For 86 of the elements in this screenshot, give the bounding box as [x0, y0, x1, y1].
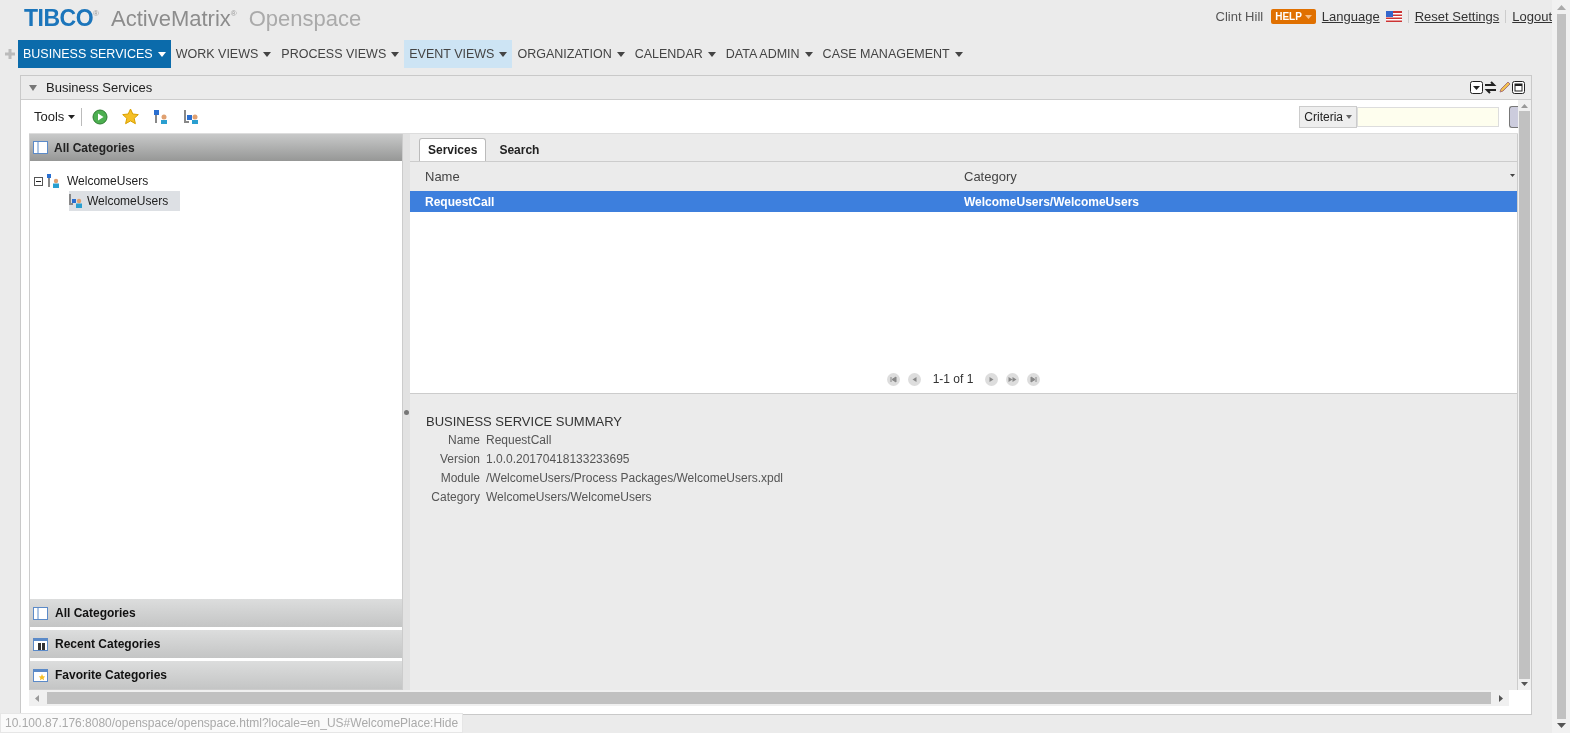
caret-icon	[263, 51, 272, 57]
nav-menu-item[interactable]: DATA ADMIN	[720, 40, 818, 68]
accordion-header[interactable]: Favorite Categories	[30, 661, 402, 689]
caret-icon	[804, 51, 813, 57]
last-page-icon[interactable]	[1027, 372, 1041, 386]
caret-icon	[391, 51, 400, 57]
first-page-icon[interactable]	[886, 372, 900, 386]
field-label: Name	[447, 433, 480, 447]
next-page-icon[interactable]	[985, 372, 999, 386]
org-user-icon[interactable]	[183, 108, 200, 125]
nav-menu-item[interactable]: CALENDAR	[629, 40, 721, 68]
previous-page-icon[interactable]	[907, 372, 921, 386]
field-value: WelcomeUsers/WelcomeUsers	[486, 490, 653, 504]
tab[interactable]: Services	[419, 138, 487, 161]
header-link[interactable]: Reset Settings	[1414, 9, 1500, 24]
field-label: Version	[438, 452, 480, 466]
org-user-icon	[69, 194, 83, 208]
caret-icon	[157, 51, 166, 57]
nav-menu-item[interactable]: WORK VIEWS	[170, 40, 277, 68]
accordion-header[interactable]: All Categories	[30, 599, 402, 627]
table-row[interactable]: RequestCall WelcomeUsers/WelcomeUsers	[410, 191, 1517, 212]
product-name: ActiveMatrix	[110, 6, 231, 32]
tools-menu[interactable]: Tools	[34, 109, 76, 124]
column-header[interactable]: Name	[410, 169, 949, 184]
star-panel-icon	[33, 668, 48, 682]
field-value: /WelcomeUsers/Process Packages/WelcomeUsers.xpdl	[486, 471, 784, 485]
field-label: Module	[439, 471, 480, 485]
field-value: RequestCall	[486, 433, 553, 447]
search-button[interactable]	[1509, 105, 1518, 128]
nav-menu-item[interactable]: PROCESS VIEWS	[276, 40, 405, 68]
caret-icon	[1346, 114, 1352, 119]
flag-icon[interactable]	[1385, 11, 1402, 22]
caret-icon	[707, 51, 716, 57]
splitter-handle-icon[interactable]	[404, 409, 409, 415]
category-header: All Categories	[30, 134, 402, 161]
fast-forward-icon[interactable]	[1006, 372, 1020, 386]
column-header[interactable]: Category	[949, 169, 1488, 184]
search-field[interactable]	[1357, 106, 1499, 127]
nav-menu-item[interactable]: ORGANIZATION	[512, 40, 630, 68]
scroll-left-icon[interactable]	[35, 694, 39, 702]
logo: TIBCO	[24, 5, 94, 32]
scroll-down-icon[interactable]	[1521, 682, 1528, 686]
maximize-icon[interactable]	[1512, 81, 1525, 94]
scroll-right-icon[interactable]	[1499, 694, 1503, 702]
caret-icon	[954, 51, 963, 57]
nav-menu-item[interactable]: BUSINESS SERVICES	[18, 40, 171, 68]
tree-panel-icon	[33, 141, 48, 154]
caret-icon	[616, 51, 625, 57]
caret-icon	[1304, 14, 1312, 19]
refresh-icon[interactable]	[1484, 81, 1497, 94]
star-icon[interactable]	[122, 108, 140, 125]
app-name: Openspace	[248, 6, 362, 32]
tab[interactable]: Search	[490, 138, 549, 161]
vertical-scrollbar[interactable]	[1518, 100, 1531, 690]
org-user-icon[interactable]	[153, 108, 170, 125]
scroll-down-icon[interactable]	[1556, 723, 1566, 728]
dropdown-icon[interactable]	[1470, 81, 1483, 94]
accordion-header[interactable]: Recent Categories	[30, 630, 402, 658]
nav-menu-item[interactable]: CASE MANAGEMENT	[817, 40, 968, 68]
page-scrollbar[interactable]	[1552, 0, 1570, 733]
summary-title: BUSINESS SERVICE SUMMARY	[426, 414, 623, 429]
scroll-up-icon[interactable]	[1556, 5, 1566, 10]
header-link[interactable]: Logout	[1512, 9, 1552, 24]
column-menu-icon[interactable]	[1510, 174, 1515, 177]
caret-icon	[499, 51, 508, 57]
field-value: 1.0.0.20170418133233695	[486, 452, 631, 466]
horizontal-scrollbar[interactable]	[29, 690, 1509, 706]
registered-mark: ®	[93, 9, 99, 18]
page-indicator: 1-1 of 1	[932, 372, 974, 386]
collapse-icon[interactable]	[29, 84, 37, 91]
panel-title: Business Services	[46, 80, 153, 95]
language-link[interactable]: Language	[1321, 9, 1380, 24]
tree-item[interactable]: WelcomeUsers	[65, 173, 151, 189]
tree-item[interactable]: WelcomeUsers	[69, 191, 181, 211]
scroll-up-icon[interactable]	[1521, 104, 1528, 108]
user-name: Clint Hill	[1215, 9, 1264, 24]
criteria-dropdown[interactable]: Criteria	[1299, 105, 1357, 128]
org-user-icon	[47, 174, 61, 188]
status-url: 10.100.87.176:8080/openspace/openspace.html?locale=en_US#WelcomePlace:Hide	[0, 713, 464, 733]
field-label: Category	[430, 490, 480, 504]
caret-icon	[68, 114, 76, 119]
play-icon[interactable]	[92, 108, 109, 125]
registered-mark: ®	[230, 9, 237, 18]
collapse-toggle-icon[interactable]	[34, 176, 43, 186]
tree-panel-icon	[33, 606, 48, 620]
nav-menu-item[interactable]: EVENT VIEWS	[404, 40, 513, 68]
